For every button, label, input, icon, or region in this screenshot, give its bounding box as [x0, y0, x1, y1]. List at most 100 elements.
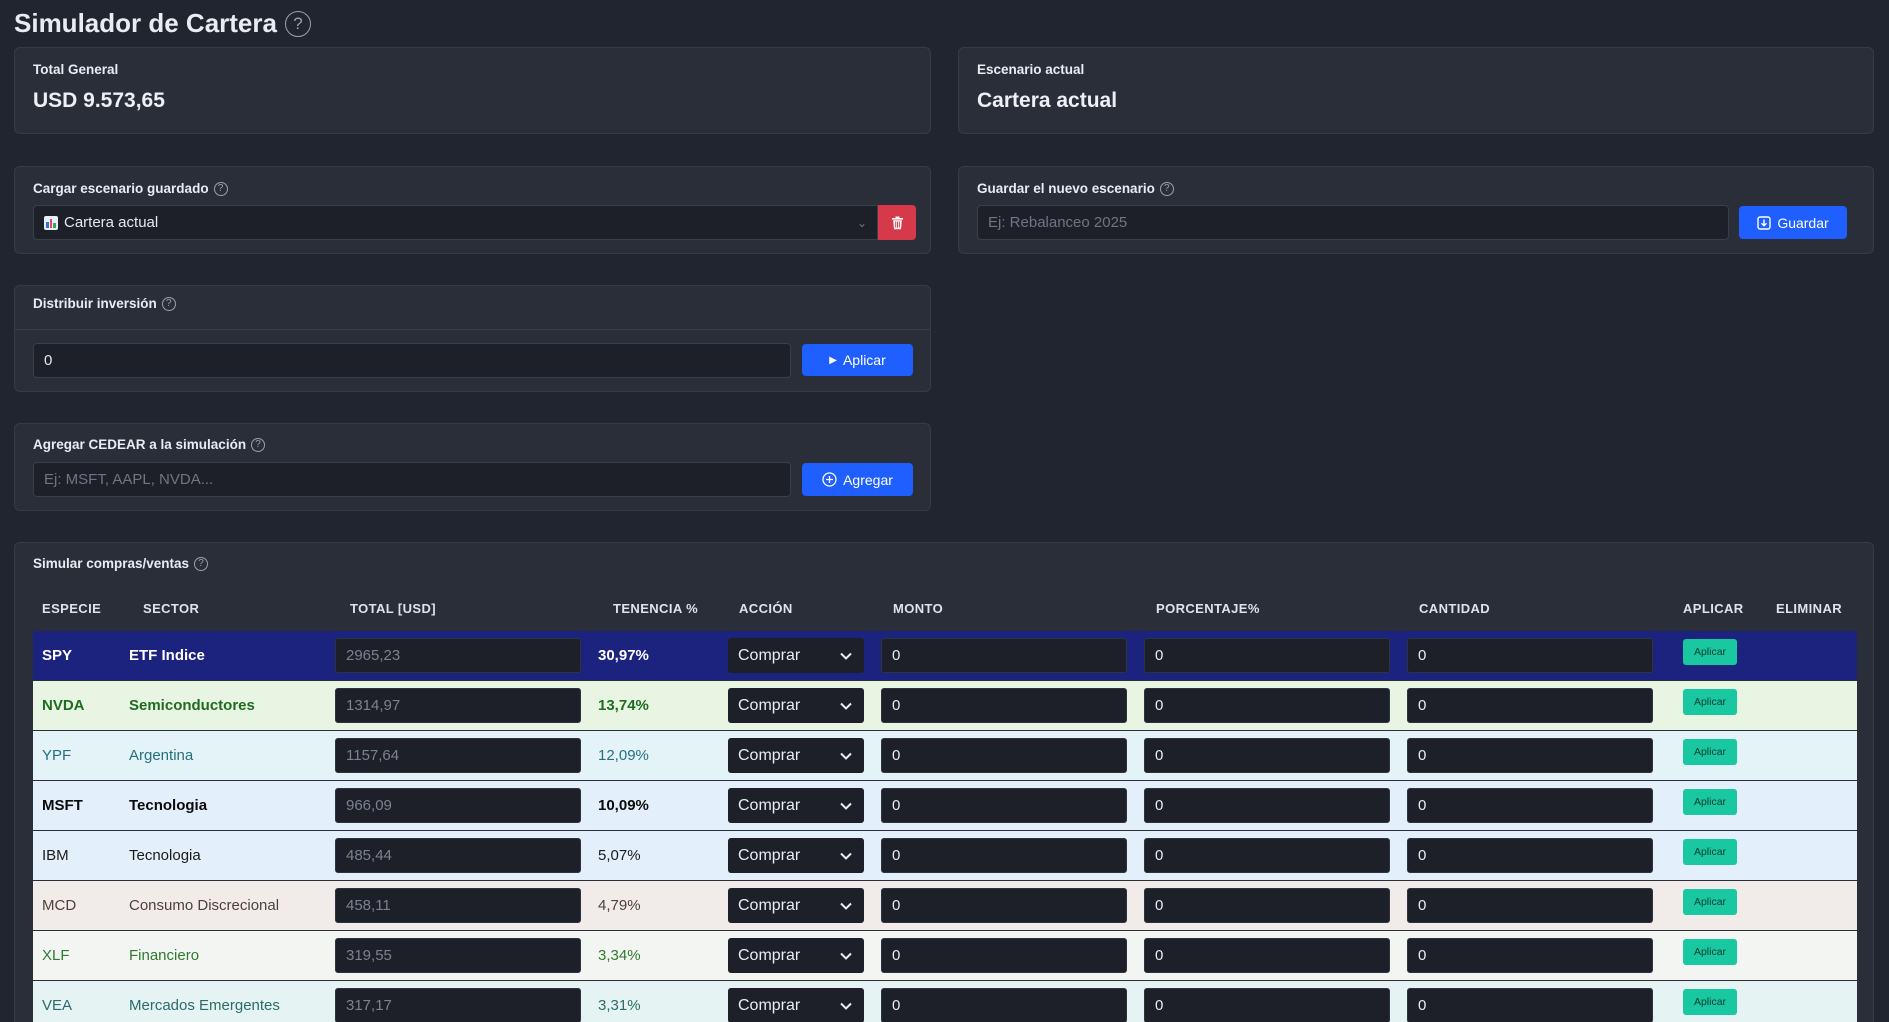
column-header-monto: MONTO [893, 601, 944, 616]
action-select[interactable]: Comprar [728, 738, 864, 773]
save-scenario-label: Guardar el nuevo escenario ? [977, 181, 1174, 196]
porcentaje-input[interactable]: 0 [1144, 788, 1390, 823]
porcentaje-input[interactable]: 0 [1144, 988, 1390, 1022]
monto-input[interactable]: 0 [881, 838, 1127, 873]
cantidad-input[interactable]: 0 [1407, 988, 1653, 1022]
help-icon[interactable]: ? [1159, 181, 1174, 196]
chevron-down-icon [840, 852, 852, 860]
cell-tenencia: 3,31% [598, 997, 641, 1014]
cantidad-input[interactable]: 0 [1407, 788, 1653, 823]
porcentaje-input[interactable]: 0 [1144, 838, 1390, 873]
total-usd-field: 1314,97 [335, 688, 581, 723]
chevron-down-icon [840, 802, 852, 810]
apply-row-button[interactable]: Aplicar [1683, 939, 1737, 965]
cell-tenencia: 5,07% [598, 847, 641, 864]
cantidad-input[interactable]: 0 [1407, 938, 1653, 973]
help-icon[interactable]: ? [213, 181, 228, 196]
help-icon[interactable]: ? [284, 10, 311, 37]
monto-input[interactable]: 0 [881, 938, 1127, 973]
delete-scenario-button[interactable] [878, 205, 916, 240]
distribute-label: Distribuir inversión ? [33, 296, 176, 311]
monto-input[interactable]: 0 [881, 738, 1127, 773]
chevron-down-icon [840, 752, 852, 760]
action-select[interactable]: Comprar [728, 838, 864, 873]
column-header-accion: ACCIÓN [739, 601, 793, 616]
cantidad-input[interactable]: 0 [1407, 638, 1653, 673]
simulate-card: Simular compras/ventas ? ESPECIE SECTOR … [14, 542, 1874, 1022]
help-icon[interactable]: ? [251, 437, 266, 452]
page-title-text: Simulador de Cartera [14, 8, 277, 38]
action-select-value: Comprar [738, 896, 801, 914]
action-select-value: Comprar [738, 996, 801, 1014]
cell-tenencia: 10,09% [598, 797, 649, 814]
help-icon[interactable]: ? [161, 296, 176, 311]
action-select-value: Comprar [738, 796, 801, 814]
cantidad-input[interactable]: 0 [1407, 688, 1653, 723]
action-select[interactable]: Comprar [728, 638, 864, 673]
add-cedear-button-label: Agregar [843, 471, 893, 488]
porcentaje-input[interactable]: 0 [1144, 738, 1390, 773]
scenario-select[interactable]: Cartera actual ⌄ [33, 205, 878, 240]
monto-input[interactable]: 0 [881, 788, 1127, 823]
cell-tenencia: 12,09% [598, 747, 649, 764]
bar-chart-icon [44, 215, 58, 230]
action-select[interactable]: Comprar [728, 888, 864, 923]
cell-sector: Argentina [129, 747, 194, 764]
porcentaje-input[interactable]: 0 [1144, 938, 1390, 973]
help-icon[interactable]: ? [194, 556, 209, 571]
distribute-amount-input[interactable]: 0 [33, 343, 791, 378]
cedear-ticker-input[interactable]: Ej: MSFT, AAPL, NVDA... [33, 462, 791, 497]
action-select-value: Comprar [738, 746, 801, 764]
apply-row-button[interactable]: Aplicar [1683, 789, 1737, 815]
porcentaje-input[interactable]: 0 [1144, 688, 1390, 723]
simulate-label: Simular compras/ventas ? [33, 556, 209, 571]
action-select[interactable]: Comprar [728, 938, 864, 973]
total-card: Total General USD 9.573,65 [14, 47, 931, 134]
save-button[interactable]: Guardar [1739, 206, 1847, 239]
monto-input[interactable]: 0 [881, 638, 1127, 673]
cell-tenencia: 13,74% [598, 697, 649, 714]
column-header-tenencia: TENENCIA % [613, 601, 699, 616]
cantidad-input[interactable]: 0 [1407, 738, 1653, 773]
total-usd-field: 1157,64 [335, 738, 581, 773]
apply-distribution-label: Aplicar [842, 352, 886, 368]
table-row: XLF Financiero 319,55 3,34% Comprar 0 0 … [33, 931, 1857, 981]
cell-sector: Consumo Discrecional [129, 897, 280, 914]
apply-row-button[interactable]: Aplicar [1683, 989, 1737, 1015]
scenario-value: Cartera actual [977, 89, 1118, 112]
chevron-down-icon [840, 952, 852, 960]
cell-especie: NVDA [42, 697, 85, 714]
apply-row-button[interactable]: Aplicar [1683, 889, 1737, 915]
action-select[interactable]: Comprar [728, 688, 864, 723]
apply-row-button[interactable]: Aplicar [1683, 689, 1737, 715]
cell-especie: VEA [42, 997, 73, 1014]
cantidad-input[interactable]: 0 [1407, 838, 1653, 873]
apply-distribution-button[interactable]: ▶ Aplicar [802, 344, 913, 376]
porcentaje-input[interactable]: 0 [1144, 638, 1390, 673]
monto-input[interactable]: 0 [881, 988, 1127, 1022]
apply-row-button[interactable]: Aplicar [1683, 739, 1737, 765]
cantidad-input[interactable]: 0 [1407, 888, 1653, 923]
apply-row-button[interactable]: Aplicar [1683, 639, 1737, 665]
distribute-label-text: Distribuir inversión [33, 296, 157, 311]
action-select[interactable]: Comprar [728, 988, 864, 1022]
add-cedear-button[interactable]: Agregar [802, 463, 913, 496]
load-scenario-label: Cargar escenario guardado ? [33, 181, 228, 196]
cell-tenencia: 4,79% [598, 897, 641, 914]
scenario-name-input[interactable]: Ej: Rebalanceo 2025 [977, 205, 1729, 240]
cell-especie: IBM [42, 847, 69, 864]
total-value: USD 9.573,65 [33, 89, 165, 112]
chevron-down-icon [840, 902, 852, 910]
save-scenario-label-text: Guardar el nuevo escenario [977, 181, 1155, 196]
action-select[interactable]: Comprar [728, 788, 864, 823]
porcentaje-input[interactable]: 0 [1144, 888, 1390, 923]
table-header: ESPECIE SECTOR TOTAL [USD] TENENCIA % AC… [33, 591, 1857, 627]
monto-input[interactable]: 0 [881, 688, 1127, 723]
monto-input[interactable]: 0 [881, 888, 1127, 923]
load-scenario-card: Cargar escenario guardado ? Cartera actu… [14, 166, 931, 254]
table-row: IBM Tecnologia 485,44 5,07% Comprar 0 0 … [33, 831, 1857, 881]
apply-row-button[interactable]: Aplicar [1683, 839, 1737, 865]
total-usd-field: 485,44 [335, 838, 581, 873]
page-title: Simulador de Cartera ? [14, 8, 311, 39]
cell-tenencia: 30,97% [598, 647, 649, 664]
